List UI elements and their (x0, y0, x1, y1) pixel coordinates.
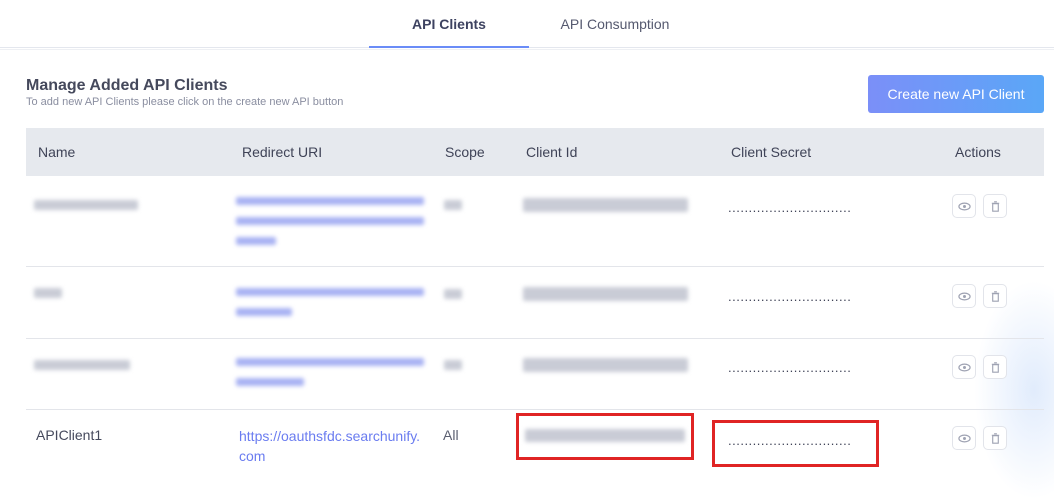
tab-api-clients[interactable]: API Clients (369, 0, 529, 48)
eye-icon (958, 434, 971, 443)
client-secret-masked: .............................. (728, 200, 852, 215)
client-secret-masked: .............................. (728, 360, 852, 375)
view-button[interactable] (952, 426, 976, 450)
trash-icon (991, 201, 1000, 212)
redacted-redirect-uri (236, 288, 424, 296)
redacted-client-id (523, 287, 688, 301)
redacted-name (34, 360, 130, 370)
column-header-scope: Scope (445, 144, 485, 160)
delete-button[interactable] (983, 284, 1007, 308)
delete-button[interactable] (983, 355, 1007, 379)
redacted-name (34, 288, 62, 298)
trash-icon (991, 291, 1000, 302)
view-button[interactable] (952, 355, 976, 379)
redacted-scope (444, 289, 462, 299)
client-id-highlight (516, 413, 694, 460)
redacted-name (34, 200, 138, 210)
tabs-bar: API Clients API Consumption (0, 0, 1054, 48)
page-subtitle: To add new API Clients please click on t… (26, 96, 344, 108)
redacted-client-id (523, 358, 688, 372)
trash-icon (991, 433, 1000, 444)
eye-icon (958, 292, 971, 301)
table-header: Name Redirect URI Scope Client Id Client… (26, 128, 1044, 176)
column-header-client-secret: Client Secret (731, 144, 812, 160)
redacted-redirect-uri (236, 197, 424, 205)
redacted-scope (444, 360, 462, 370)
column-header-actions: Actions (955, 144, 1001, 160)
eye-icon (958, 202, 971, 211)
client-secret-masked: .............................. (728, 289, 852, 304)
tab-api-consumption[interactable]: API Consumption (535, 0, 695, 48)
view-button[interactable] (952, 194, 976, 218)
table-row: .............................. (26, 267, 1044, 339)
delete-button[interactable] (983, 426, 1007, 450)
page-title: Manage Added API Clients (26, 77, 228, 94)
table-row: .............................. (26, 176, 1044, 267)
redacted-client-id (523, 198, 688, 212)
redirect-uri-link[interactable]: https://oauthsfdc.searchunify.com (239, 426, 424, 466)
client-scope: All (443, 427, 459, 443)
table-row: .............................. (26, 339, 1044, 410)
client-name: APIClient1 (36, 427, 103, 443)
column-header-client-id: Client Id (526, 144, 578, 160)
column-header-name: Name (38, 144, 76, 160)
delete-button[interactable] (983, 194, 1007, 218)
view-button[interactable] (952, 284, 976, 308)
client-secret-highlight (712, 420, 879, 467)
redacted-scope (444, 200, 462, 210)
create-api-client-button[interactable]: Create new API Client (868, 75, 1044, 113)
redacted-redirect-uri (236, 358, 424, 366)
trash-icon (991, 362, 1000, 373)
column-header-redirect-uri: Redirect URI (242, 144, 323, 160)
eye-icon (958, 363, 971, 372)
